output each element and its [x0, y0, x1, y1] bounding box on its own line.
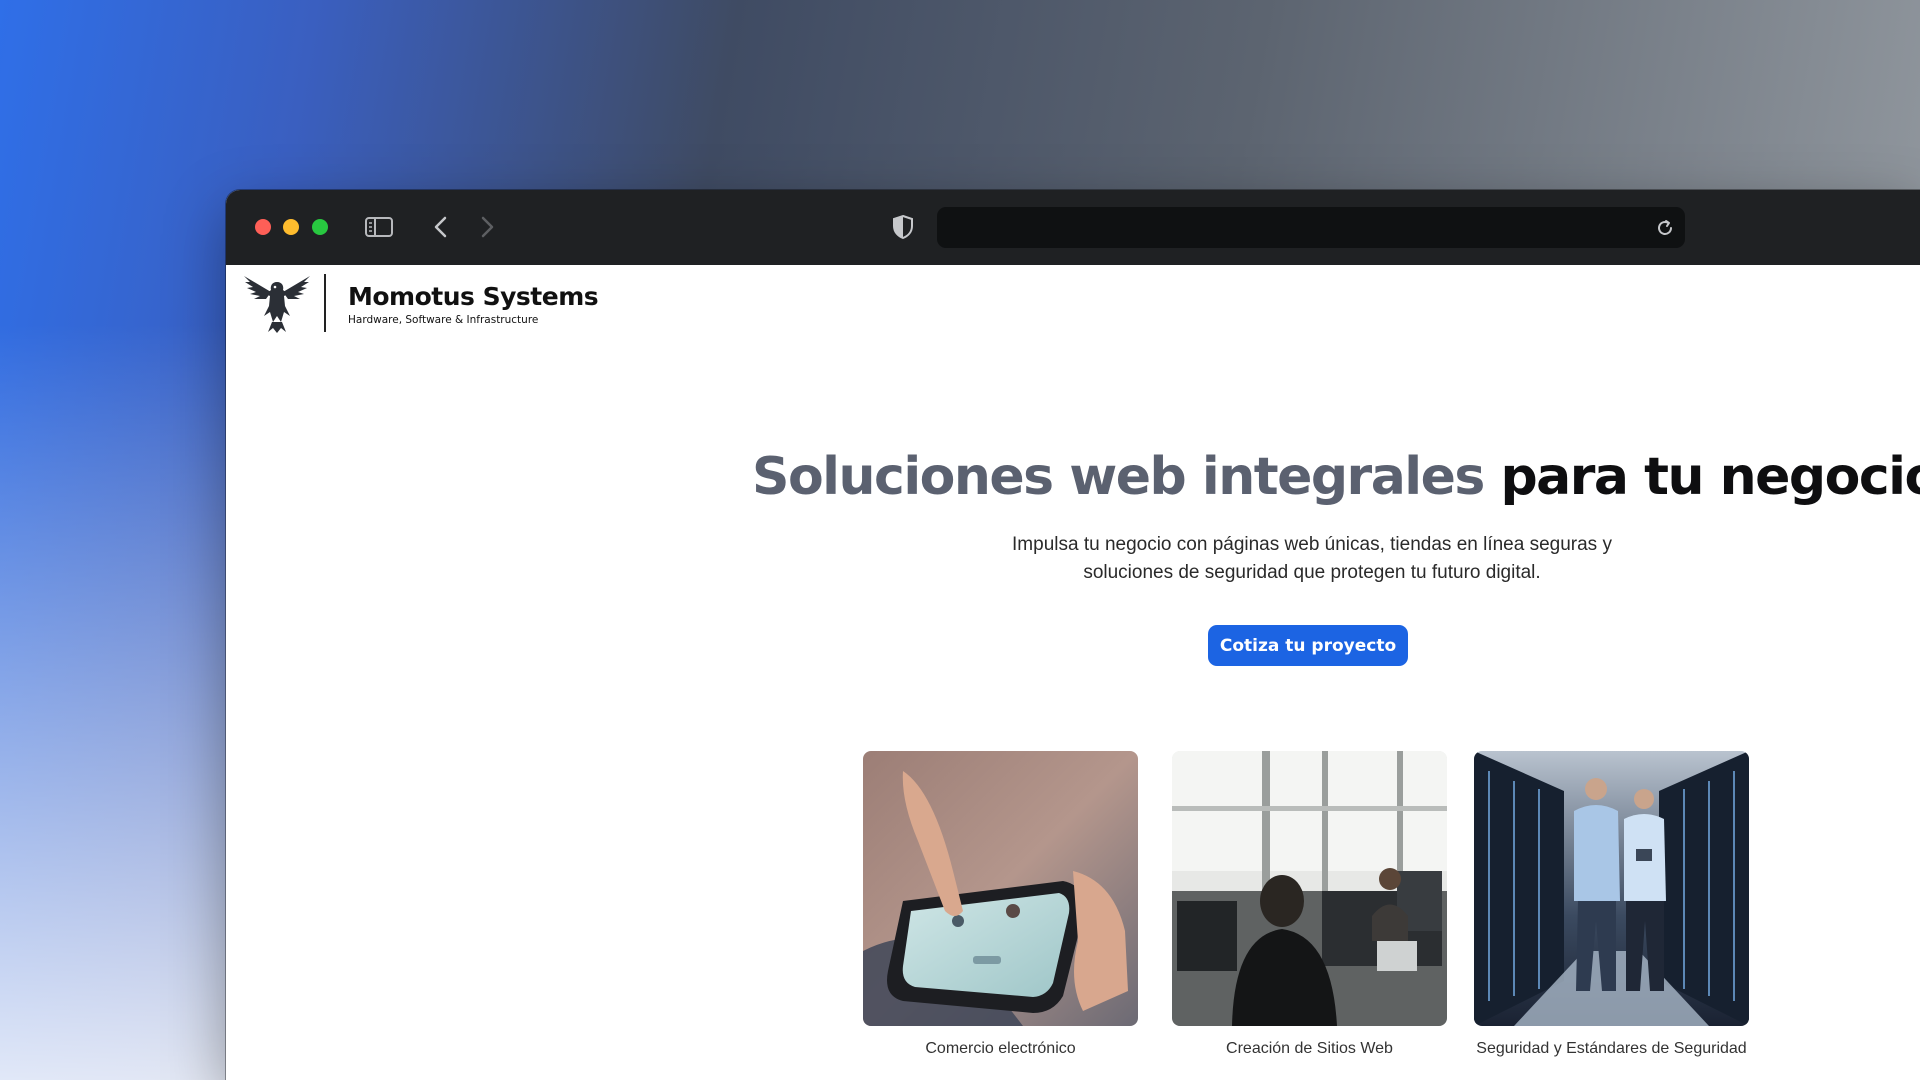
address-bar[interactable]	[937, 207, 1685, 248]
service-card-websites[interactable]: Creación de Sitios Web	[1172, 751, 1447, 1058]
hero-subtitle-line: Impulsa tu negocio con páginas web única…	[1012, 534, 1612, 555]
web-page: Momotus Systems Hardware, Software & Inf…	[226, 265, 1920, 1080]
reload-icon[interactable]	[1653, 216, 1677, 240]
service-card-label: Comercio electrónico	[925, 1040, 1076, 1057]
hero-title: Soluciones web integrales para tu negoci…	[752, 447, 1920, 507]
sidebar-icon[interactable]	[364, 212, 394, 242]
ecommerce-photo[interactable]	[863, 751, 1138, 1026]
forward-icon[interactable]	[472, 212, 502, 242]
hero-subtitle-line: soluciones de seguridad que protegen tu …	[1083, 562, 1541, 583]
service-card-ecommerce[interactable]: Comercio electrónico	[863, 751, 1138, 1058]
minimize-window-button[interactable]	[283, 219, 299, 235]
service-card-security[interactable]: Seguridad y Estándares de Seguridad	[1474, 751, 1749, 1058]
security-photo[interactable]	[1474, 751, 1749, 1026]
brand-name[interactable]: Momotus Systems	[348, 282, 599, 311]
brand-tagline: Hardware, Software & Infrastructure	[348, 314, 539, 326]
browser-window: Momotus Systems Hardware, Software & Inf…	[226, 190, 1920, 1080]
website-creation-photo[interactable]	[1172, 751, 1447, 1026]
eagle-logo-icon[interactable]	[242, 272, 312, 334]
quote-project-button[interactable]: Cotiza tu proyecto	[1208, 625, 1408, 666]
close-window-button[interactable]	[255, 219, 271, 235]
hero-subtitle: Impulsa tu negocio con páginas web única…	[912, 531, 1712, 587]
hero-title-muted: Soluciones web integrales	[752, 447, 1485, 507]
shield-icon[interactable]	[888, 212, 918, 242]
service-card-label: Seguridad y Estándares de Seguridad	[1476, 1040, 1747, 1057]
maximize-window-button[interactable]	[312, 219, 328, 235]
back-icon[interactable]	[426, 212, 456, 242]
browser-toolbar	[226, 190, 1920, 266]
hero-title-strong: para tu negocio.	[1500, 447, 1920, 507]
service-card-label: Creación de Sitios Web	[1226, 1040, 1393, 1057]
brand-divider	[324, 274, 326, 332]
